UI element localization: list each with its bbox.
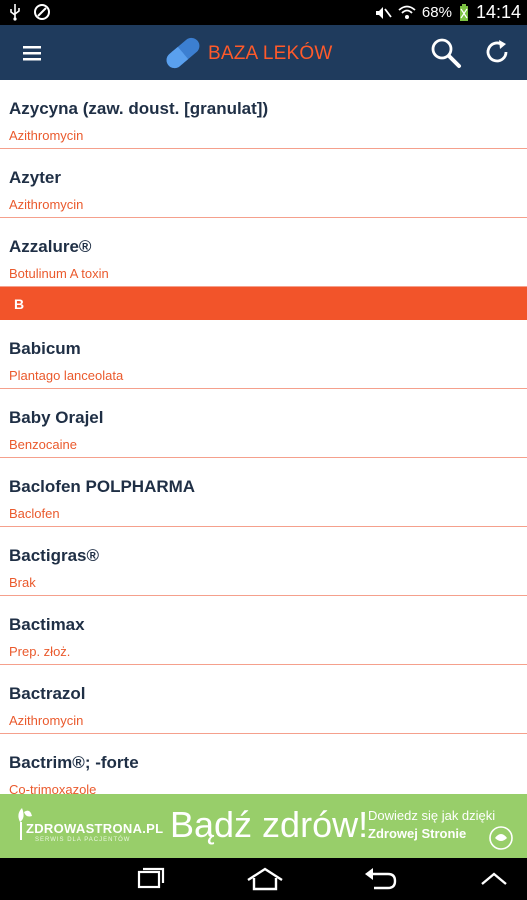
- active-substance: Benzocaine: [9, 437, 77, 452]
- list-item[interactable]: Bactigras® Brak: [0, 527, 527, 596]
- search-icon[interactable]: [428, 35, 464, 71]
- clock: 14:14: [475, 2, 521, 22]
- active-substance: Co-trimoxazole: [9, 782, 97, 794]
- notification-icon: [34, 4, 50, 20]
- drug-name: Baclofen POLPHARMA: [9, 477, 196, 496]
- list-item[interactable]: Bactimax Prep. złoż.: [0, 596, 527, 665]
- pill-logo-icon: [166, 37, 200, 69]
- app-title: BAZA LEKÓW: [208, 43, 333, 64]
- section-letter: B: [14, 296, 25, 312]
- recent-apps-icon[interactable]: [130, 864, 170, 894]
- battery-percentage: 68%: [421, 4, 452, 21]
- active-substance: Azithromycin: [9, 713, 84, 728]
- list-item[interactable]: Azzalure® Botulinum A toxin: [0, 218, 527, 287]
- active-substance: Azithromycin: [9, 128, 84, 143]
- section-header: B: [0, 287, 527, 320]
- list-item[interactable]: Azycyna (zaw. doust. [granulat]) Azithro…: [0, 80, 527, 149]
- active-substance: Botulinum A toxin: [9, 266, 109, 281]
- refresh-icon[interactable]: [482, 37, 512, 67]
- mute-icon: [375, 6, 392, 19]
- drug-name: Bactigras®: [9, 546, 100, 565]
- battery-icon: [459, 3, 468, 21]
- list-item[interactable]: Bactrim®; -forte Co-trimoxazole: [0, 734, 527, 794]
- ad-slogan: Bądź zdrów!: [170, 804, 369, 845]
- drug-name: Azycyna (zaw. doust. [granulat]): [9, 99, 269, 118]
- active-substance: Azithromycin: [9, 197, 84, 212]
- active-substance: Baclofen: [9, 506, 60, 521]
- ad-line1: Dowiedz się jak dzięki: [368, 808, 496, 823]
- hamburger-menu-icon[interactable]: [20, 41, 44, 65]
- list-item[interactable]: Baby Orajel Benzocaine: [0, 389, 527, 458]
- usb-icon: [10, 4, 20, 21]
- active-substance: Plantago lanceolata: [9, 368, 124, 383]
- ad-tagline: SERWIS DLA PACJENTÓW: [35, 837, 131, 843]
- drug-name: Bactimax: [9, 615, 85, 634]
- active-substance: Brak: [9, 575, 36, 590]
- chevron-up-icon[interactable]: [474, 864, 514, 894]
- wifi-icon: [398, 5, 416, 19]
- ad-badge-icon: [489, 826, 513, 850]
- drug-name: Azzalure®: [9, 237, 92, 256]
- list-item[interactable]: Bactrazol Azithromycin: [0, 665, 527, 734]
- app-bar: BAZA LEKÓW: [0, 25, 527, 80]
- drug-list[interactable]: Azycyna (zaw. doust. [granulat]) Azithro…: [0, 80, 527, 794]
- status-bar: 68% 14:14: [0, 0, 527, 25]
- list-item[interactable]: Azyter Azithromycin: [0, 149, 527, 218]
- ad-brand: ZDROWASTRONA.PL: [26, 821, 164, 836]
- drug-name: Bactrazol: [9, 684, 86, 703]
- ad-line2: Zdrowej Stronie: [368, 826, 467, 841]
- active-substance: Prep. złoż.: [9, 644, 71, 659]
- navigation-bar: [0, 858, 527, 900]
- drug-name: Babicum: [9, 339, 81, 358]
- ad-banner[interactable]: ZDROWASTRONA.PL SERWIS DLA PACJENTÓW Bąd…: [0, 794, 527, 858]
- drug-name: Baby Orajel: [9, 408, 104, 427]
- drug-name: Bactrim®; -forte: [9, 753, 139, 772]
- drug-name: Azyter: [9, 168, 61, 187]
- list-item[interactable]: Baclofen POLPHARMA Baclofen: [0, 458, 527, 527]
- list-item[interactable]: Babicum Plantago lanceolata: [0, 320, 527, 389]
- home-icon[interactable]: [242, 864, 288, 894]
- back-icon[interactable]: [360, 864, 400, 894]
